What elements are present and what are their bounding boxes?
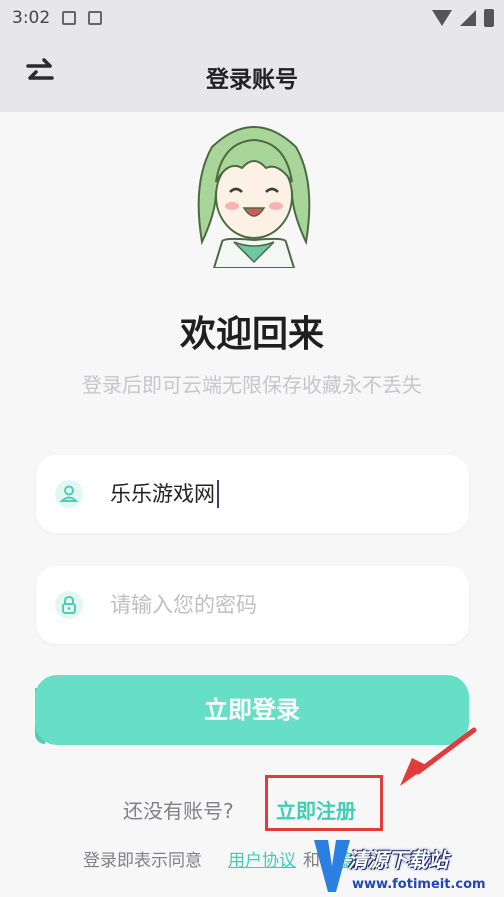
user-agreement-link[interactable]: 用户协议 (228, 846, 296, 871)
password-input[interactable]: 请输入您的密码 (110, 591, 257, 619)
agreement-prefix: 登录即表示同意 (83, 851, 202, 871)
notification-icon (62, 11, 77, 25)
welcome-title: 欢迎回来 (179, 314, 324, 355)
no-account-prompt: 还没有账号? (123, 799, 234, 823)
avatar (197, 126, 311, 268)
user-icon (55, 480, 83, 508)
register-link[interactable]: 立即注册 (276, 795, 356, 824)
wifi-icon (432, 10, 452, 26)
pointer-arrow-icon (400, 727, 477, 786)
app-bar: 登录账号 (0, 36, 504, 112)
watermark-name: 清源下载站 (348, 848, 448, 872)
welcome-subtitle: 登录后即可云端无限保存收藏永不丢失 (82, 373, 422, 397)
battery-icon (484, 9, 494, 27)
settings-notification-icon (88, 11, 103, 25)
password-field[interactable]: 请输入您的密码 (36, 566, 469, 644)
username-input[interactable]: 乐乐游戏网 (110, 480, 219, 508)
lock-icon (55, 591, 83, 619)
status-bar: 3:02 (0, 0, 504, 36)
page-title: 登录账号 (206, 67, 298, 93)
watermark-url: www.fotimeit.com (352, 877, 486, 892)
signal-icon (460, 10, 476, 26)
status-indicators (432, 9, 494, 27)
status-time: 3:02 (12, 8, 51, 28)
username-field[interactable]: 乐乐游戏网 (36, 455, 469, 533)
